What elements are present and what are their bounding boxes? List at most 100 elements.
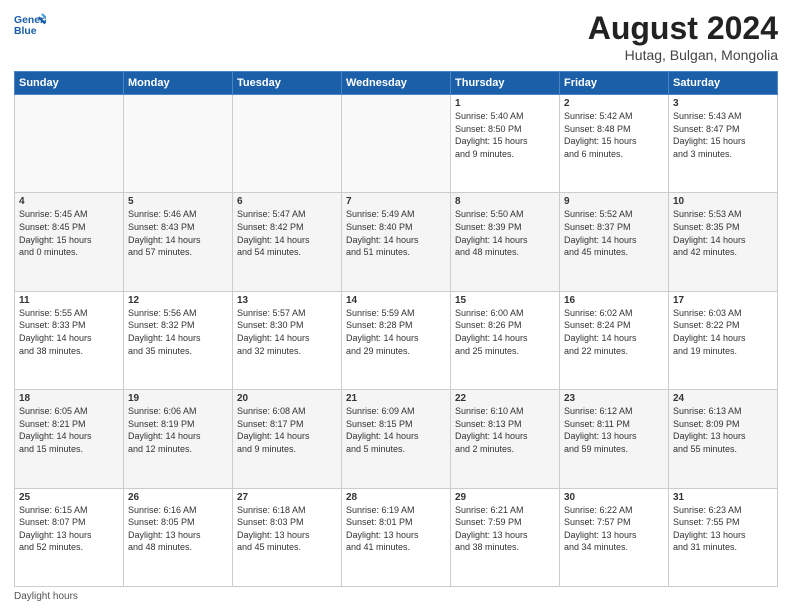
table-row: 28Sunrise: 6:19 AM Sunset: 8:01 PM Dayli… (342, 488, 451, 586)
month-year-title: August 2024 (588, 10, 778, 47)
day-number: 7 (346, 196, 446, 207)
table-row: 14Sunrise: 5:59 AM Sunset: 8:28 PM Dayli… (342, 291, 451, 389)
calendar-week-row: 11Sunrise: 5:55 AM Sunset: 8:33 PM Dayli… (15, 291, 778, 389)
table-row: 29Sunrise: 6:21 AM Sunset: 7:59 PM Dayli… (451, 488, 560, 586)
day-number: 18 (19, 393, 119, 404)
table-row: 18Sunrise: 6:05 AM Sunset: 8:21 PM Dayli… (15, 390, 124, 488)
col-wednesday: Wednesday (342, 72, 451, 95)
day-info: Sunrise: 6:10 AM Sunset: 8:13 PM Dayligh… (455, 405, 555, 455)
day-number: 3 (673, 98, 773, 109)
day-number: 22 (455, 393, 555, 404)
day-info: Sunrise: 5:56 AM Sunset: 8:32 PM Dayligh… (128, 307, 228, 357)
day-info: Sunrise: 5:42 AM Sunset: 8:48 PM Dayligh… (564, 110, 664, 160)
table-row: 20Sunrise: 6:08 AM Sunset: 8:17 PM Dayli… (233, 390, 342, 488)
day-number: 13 (237, 295, 337, 306)
table-row: 31Sunrise: 6:23 AM Sunset: 7:55 PM Dayli… (669, 488, 778, 586)
day-info: Sunrise: 5:45 AM Sunset: 8:45 PM Dayligh… (19, 208, 119, 258)
table-row: 11Sunrise: 5:55 AM Sunset: 8:33 PM Dayli… (15, 291, 124, 389)
table-row (15, 95, 124, 193)
title-block: August 2024 Hutag, Bulgan, Mongolia (588, 10, 778, 63)
day-number: 14 (346, 295, 446, 306)
day-number: 27 (237, 492, 337, 503)
day-number: 5 (128, 196, 228, 207)
table-row: 19Sunrise: 6:06 AM Sunset: 8:19 PM Dayli… (124, 390, 233, 488)
table-row: 26Sunrise: 6:16 AM Sunset: 8:05 PM Dayli… (124, 488, 233, 586)
day-info: Sunrise: 5:49 AM Sunset: 8:40 PM Dayligh… (346, 208, 446, 258)
day-info: Sunrise: 6:02 AM Sunset: 8:24 PM Dayligh… (564, 307, 664, 357)
day-info: Sunrise: 5:57 AM Sunset: 8:30 PM Dayligh… (237, 307, 337, 357)
day-info: Sunrise: 6:16 AM Sunset: 8:05 PM Dayligh… (128, 504, 228, 554)
day-info: Sunrise: 6:09 AM Sunset: 8:15 PM Dayligh… (346, 405, 446, 455)
day-info: Sunrise: 6:03 AM Sunset: 8:22 PM Dayligh… (673, 307, 773, 357)
day-info: Sunrise: 6:08 AM Sunset: 8:17 PM Dayligh… (237, 405, 337, 455)
day-number: 9 (564, 196, 664, 207)
day-number: 30 (564, 492, 664, 503)
day-number: 6 (237, 196, 337, 207)
day-info: Sunrise: 6:15 AM Sunset: 8:07 PM Dayligh… (19, 504, 119, 554)
table-row: 10Sunrise: 5:53 AM Sunset: 8:35 PM Dayli… (669, 193, 778, 291)
table-row: 8Sunrise: 5:50 AM Sunset: 8:39 PM Daylig… (451, 193, 560, 291)
day-info: Sunrise: 5:50 AM Sunset: 8:39 PM Dayligh… (455, 208, 555, 258)
day-number: 19 (128, 393, 228, 404)
day-number: 16 (564, 295, 664, 306)
svg-text:Blue: Blue (14, 26, 37, 37)
table-row: 6Sunrise: 5:47 AM Sunset: 8:42 PM Daylig… (233, 193, 342, 291)
table-row: 16Sunrise: 6:02 AM Sunset: 8:24 PM Dayli… (560, 291, 669, 389)
table-row: 5Sunrise: 5:46 AM Sunset: 8:43 PM Daylig… (124, 193, 233, 291)
day-number: 26 (128, 492, 228, 503)
day-number: 29 (455, 492, 555, 503)
day-number: 4 (19, 196, 119, 207)
day-info: Sunrise: 6:23 AM Sunset: 7:55 PM Dayligh… (673, 504, 773, 554)
table-row: 9Sunrise: 5:52 AM Sunset: 8:37 PM Daylig… (560, 193, 669, 291)
generalblue-logo-icon: General Blue (14, 10, 46, 42)
day-number: 28 (346, 492, 446, 503)
day-info: Sunrise: 6:06 AM Sunset: 8:19 PM Dayligh… (128, 405, 228, 455)
day-info: Sunrise: 5:47 AM Sunset: 8:42 PM Dayligh… (237, 208, 337, 258)
day-number: 15 (455, 295, 555, 306)
table-row: 12Sunrise: 5:56 AM Sunset: 8:32 PM Dayli… (124, 291, 233, 389)
day-info: Sunrise: 5:40 AM Sunset: 8:50 PM Dayligh… (455, 110, 555, 160)
table-row: 15Sunrise: 6:00 AM Sunset: 8:26 PM Dayli… (451, 291, 560, 389)
col-thursday: Thursday (451, 72, 560, 95)
col-sunday: Sunday (15, 72, 124, 95)
logo: General Blue (14, 10, 46, 42)
table-row: 3Sunrise: 5:43 AM Sunset: 8:47 PM Daylig… (669, 95, 778, 193)
table-row: 21Sunrise: 6:09 AM Sunset: 8:15 PM Dayli… (342, 390, 451, 488)
table-row: 2Sunrise: 5:42 AM Sunset: 8:48 PM Daylig… (560, 95, 669, 193)
table-row (124, 95, 233, 193)
day-number: 11 (19, 295, 119, 306)
daylight-hours-label: Daylight hours (14, 591, 78, 602)
table-row: 23Sunrise: 6:12 AM Sunset: 8:11 PM Dayli… (560, 390, 669, 488)
day-info: Sunrise: 6:22 AM Sunset: 7:57 PM Dayligh… (564, 504, 664, 554)
table-row: 17Sunrise: 6:03 AM Sunset: 8:22 PM Dayli… (669, 291, 778, 389)
day-number: 24 (673, 393, 773, 404)
day-number: 31 (673, 492, 773, 503)
calendar-week-row: 18Sunrise: 6:05 AM Sunset: 8:21 PM Dayli… (15, 390, 778, 488)
day-number: 17 (673, 295, 773, 306)
day-number: 21 (346, 393, 446, 404)
page: General Blue August 2024 Hutag, Bulgan, … (0, 0, 792, 612)
table-row (233, 95, 342, 193)
footer: Daylight hours (14, 591, 778, 602)
day-info: Sunrise: 6:13 AM Sunset: 8:09 PM Dayligh… (673, 405, 773, 455)
calendar-week-row: 1Sunrise: 5:40 AM Sunset: 8:50 PM Daylig… (15, 95, 778, 193)
table-row: 4Sunrise: 5:45 AM Sunset: 8:45 PM Daylig… (15, 193, 124, 291)
col-tuesday: Tuesday (233, 72, 342, 95)
col-monday: Monday (124, 72, 233, 95)
calendar-table: Sunday Monday Tuesday Wednesday Thursday… (14, 71, 778, 587)
table-row: 25Sunrise: 6:15 AM Sunset: 8:07 PM Dayli… (15, 488, 124, 586)
day-info: Sunrise: 6:12 AM Sunset: 8:11 PM Dayligh… (564, 405, 664, 455)
day-info: Sunrise: 6:05 AM Sunset: 8:21 PM Dayligh… (19, 405, 119, 455)
table-row: 1Sunrise: 5:40 AM Sunset: 8:50 PM Daylig… (451, 95, 560, 193)
day-number: 20 (237, 393, 337, 404)
table-row: 22Sunrise: 6:10 AM Sunset: 8:13 PM Dayli… (451, 390, 560, 488)
day-number: 10 (673, 196, 773, 207)
day-info: Sunrise: 5:52 AM Sunset: 8:37 PM Dayligh… (564, 208, 664, 258)
day-number: 1 (455, 98, 555, 109)
table-row: 30Sunrise: 6:22 AM Sunset: 7:57 PM Dayli… (560, 488, 669, 586)
calendar-header-row: Sunday Monday Tuesday Wednesday Thursday… (15, 72, 778, 95)
col-saturday: Saturday (669, 72, 778, 95)
day-info: Sunrise: 6:19 AM Sunset: 8:01 PM Dayligh… (346, 504, 446, 554)
day-number: 25 (19, 492, 119, 503)
day-info: Sunrise: 6:18 AM Sunset: 8:03 PM Dayligh… (237, 504, 337, 554)
